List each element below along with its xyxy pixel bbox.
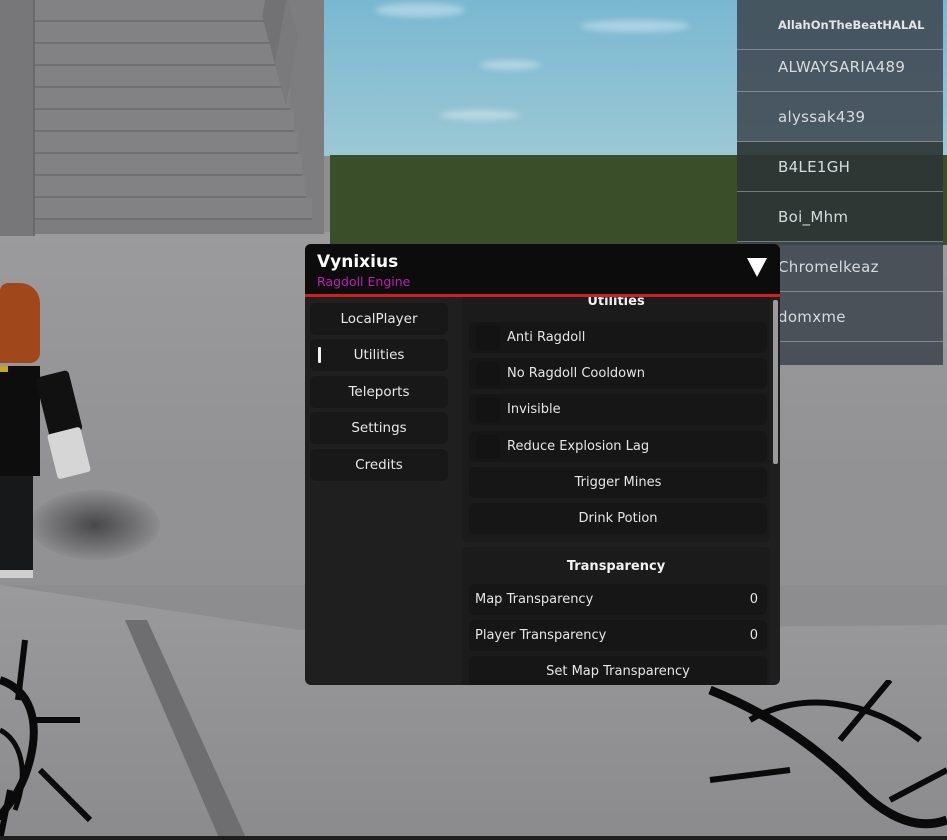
slider-label: Map Transparency xyxy=(475,592,594,607)
toggle-label: No Ragdoll Cooldown xyxy=(507,366,646,381)
player-name: B4LE1GH xyxy=(778,157,851,176)
checkbox[interactable] xyxy=(476,362,500,386)
tab-label: Utilities xyxy=(353,347,405,364)
player-name: AllahOnTheBeatHALAL xyxy=(778,17,925,32)
button-label: Trigger Mines xyxy=(574,475,662,490)
player-name: domxme xyxy=(778,307,846,326)
section-title: Utilities xyxy=(587,297,645,309)
bottom-bar xyxy=(0,836,947,840)
checkbox[interactable] xyxy=(476,435,500,459)
player-list-item[interactable]: B4LE1GH xyxy=(737,142,943,192)
character-shadow xyxy=(30,490,160,560)
pillar xyxy=(0,0,35,236)
triangle-down-icon xyxy=(747,258,767,277)
player-list-item[interactable]: Boi_Mhm xyxy=(737,192,943,242)
tab-list: LocalPlayer Utilities Teleports Settings… xyxy=(310,303,449,485)
character-hair xyxy=(0,283,40,363)
slider-value: 0 xyxy=(749,628,758,643)
vynixius-window: Vynixius Ragdoll Engine LocalPlayer Util… xyxy=(305,244,780,685)
toggle-anti-ragdoll[interactable]: Anti Ragdoll xyxy=(469,322,767,353)
slider-value: 0 xyxy=(749,592,758,607)
checkbox[interactable] xyxy=(476,398,500,422)
character-shoe xyxy=(0,570,33,578)
toggle-label: Reduce Explosion Lag xyxy=(507,439,650,454)
player-name: Boi_Mhm xyxy=(778,207,849,226)
player-name: ALWAYSARIA489 xyxy=(778,57,906,76)
tab-teleports[interactable]: Teleports xyxy=(310,375,448,408)
player-list-item[interactable]: alyssak439 xyxy=(737,92,943,142)
title-bar[interactable]: Vynixius Ragdoll Engine xyxy=(305,244,780,294)
character-collar xyxy=(0,366,8,372)
toggle-label: Anti Ragdoll xyxy=(507,330,586,345)
toggle-no-ragdoll-cooldown[interactable]: No Ragdoll Cooldown xyxy=(469,358,767,389)
active-tab-indicator xyxy=(318,347,321,364)
tab-label: Teleports xyxy=(348,383,410,400)
slider-label: Player Transparency xyxy=(475,628,607,643)
player-name: alyssak439 xyxy=(778,107,866,126)
tribal-decal-left xyxy=(0,639,93,840)
button-label: Drink Potion xyxy=(578,511,658,526)
tab-localplayer[interactable]: LocalPlayer xyxy=(310,303,448,335)
player-name: Chromelkeaz xyxy=(778,257,879,276)
player-list-item[interactable]: ALWAYSARIA489 xyxy=(737,42,943,92)
character-legs xyxy=(0,476,33,576)
window-title: Vynixius xyxy=(317,252,399,272)
tab-label: Settings xyxy=(351,420,407,437)
button-label: Set Map Transparency xyxy=(546,664,690,679)
tab-credits[interactable]: Credits xyxy=(310,448,448,481)
collapse-button[interactable] xyxy=(746,256,768,278)
tribal-decal-right xyxy=(708,680,947,829)
character-torso xyxy=(0,366,40,476)
tab-label: Credits xyxy=(355,456,403,473)
section-title: Transparency xyxy=(566,559,666,574)
section-transparency: Transparency Map Transparency 0 Player T… xyxy=(462,547,770,685)
set-map-transparency-button[interactable]: Set Map Transparency xyxy=(469,656,767,685)
toggle-invisible[interactable]: Invisible xyxy=(469,394,767,425)
toggle-reduce-explosion-lag[interactable]: Reduce Explosion Lag xyxy=(469,431,767,462)
tab-label: LocalPlayer xyxy=(340,311,418,327)
drink-potion-button[interactable]: Drink Potion xyxy=(469,503,767,534)
content-scrollbar[interactable] xyxy=(773,300,778,464)
trigger-mines-button[interactable]: Trigger Mines xyxy=(469,467,767,498)
toggle-label: Invisible xyxy=(507,402,561,417)
window-subtitle: Ragdoll Engine xyxy=(317,274,411,289)
section-utilities: Utilities Anti Ragdoll No Ragdoll Cooldo… xyxy=(462,297,770,542)
tab-settings[interactable]: Settings xyxy=(310,412,448,445)
map-transparency-slider[interactable]: Map Transparency 0 xyxy=(469,584,767,615)
checkbox[interactable] xyxy=(476,326,500,350)
tab-content[interactable]: Utilities Anti Ragdoll No Ragdoll Cooldo… xyxy=(462,297,780,685)
tab-utilities[interactable]: Utilities xyxy=(310,339,448,372)
player-transparency-slider[interactable]: Player Transparency 0 xyxy=(469,620,767,651)
